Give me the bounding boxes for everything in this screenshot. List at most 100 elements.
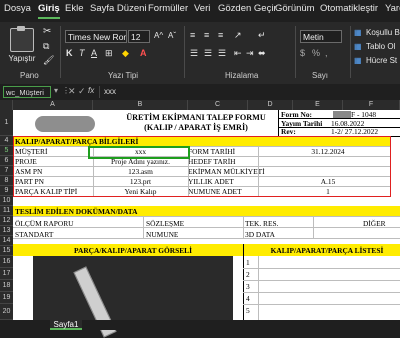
row-header[interactable]: 11 (0, 206, 13, 216)
separator (184, 26, 185, 78)
list-number: 2 (246, 270, 250, 279)
underline-icon[interactable]: A (91, 47, 97, 59)
cell-styles-button[interactable]: Hücre St (366, 55, 397, 67)
align-top-icon[interactable]: ≡ (190, 29, 195, 41)
format-as-table-icon[interactable]: ▦ (354, 41, 362, 53)
format-painter-icon[interactable]: 🖌 (43, 54, 54, 66)
row-header[interactable]: 1 (0, 110, 13, 136)
fill-color-icon[interactable]: ◆ (122, 47, 129, 59)
row-header[interactable]: 19 (0, 292, 13, 304)
row-header[interactable]: 20 (0, 304, 13, 320)
group-label-alignment: Hizalama (225, 71, 259, 80)
group-label-clipboard: Pano (20, 71, 39, 80)
copy-icon[interactable]: ⧉ (43, 40, 49, 52)
form-title: ÜRETİM EKİPMANI TALEP FORMU (126, 113, 266, 122)
name-box[interactable]: wc_Müşteri (3, 86, 51, 98)
bold-icon[interactable]: K (66, 47, 73, 59)
column-header-b[interactable]: B (93, 100, 188, 110)
red-highlight-frame (13, 136, 391, 197)
row-header[interactable]: 14 (0, 236, 13, 246)
formula-bar: wc_Müşteri ▾ ⋮ ✕ ✓ fx xxx (0, 84, 400, 101)
menu-review[interactable]: Gözden Geçir (218, 3, 277, 14)
cut-icon[interactable]: ✂ (43, 26, 51, 38)
row-header[interactable]: 7 (0, 166, 13, 176)
format-as-table-button[interactable]: Tablo Ol (366, 41, 395, 53)
font-size-select[interactable]: 12 (128, 30, 150, 43)
paste-icon[interactable] (10, 26, 34, 52)
group-label-font: Yazı Tipi (108, 71, 139, 80)
active-cell-selection[interactable] (88, 146, 190, 159)
align-middle-icon[interactable]: ≡ (204, 29, 209, 41)
enter-icon[interactable]: ✓ (78, 86, 86, 97)
menu-page-layout[interactable]: Sayfa Düzeni (90, 3, 147, 14)
decrease-indent-icon[interactable]: ⇤ (234, 47, 242, 59)
row-header[interactable]: 9 (0, 186, 13, 196)
section-liste: KALIP/APARAT/PARÇA LİSTESİ (270, 246, 384, 255)
group-label-number: Sayı (312, 71, 329, 80)
currency-icon[interactable]: $ (300, 47, 305, 59)
sheet-tab-sayfa1[interactable]: Sayfa1 (50, 320, 82, 330)
number-format-select[interactable]: Metin (300, 30, 342, 43)
menu-home[interactable]: Giriş (38, 3, 60, 14)
merge-center-icon[interactable]: ⬌ (258, 47, 266, 59)
increase-indent-icon[interactable]: ⇥ (246, 47, 254, 59)
italic-icon[interactable]: T (79, 47, 85, 59)
wrap-text-icon[interactable]: ↵ (258, 29, 266, 41)
row-header[interactable]: 8 (0, 176, 13, 186)
percent-icon[interactable]: % (312, 47, 320, 59)
row-header[interactable]: 13 (0, 226, 13, 236)
list-number: 1 (246, 258, 250, 267)
menu-view[interactable]: Görünüm (275, 3, 315, 14)
conditional-format-button[interactable]: Koşullu B (366, 27, 400, 39)
cell-styles-icon[interactable]: ▦ (354, 55, 362, 67)
font-color-icon[interactable]: A (140, 47, 147, 59)
row-header[interactable]: 18 (0, 280, 13, 292)
column-header-e[interactable]: E (293, 100, 343, 110)
row-header[interactable]: 10 (0, 196, 13, 206)
menu-formulas[interactable]: Formüller (148, 3, 188, 14)
menu-file[interactable]: Dosya (4, 3, 31, 14)
row-header[interactable]: 16 (0, 256, 13, 268)
conditional-format-icon[interactable]: ▦ (354, 27, 362, 39)
row-header[interactable]: 4 (0, 136, 13, 146)
comma-style-icon[interactable]: , (325, 47, 328, 59)
align-left-icon[interactable]: ☰ (190, 47, 198, 59)
align-center-icon[interactable]: ☰ (204, 47, 212, 59)
separator (99, 86, 100, 98)
menu-automate[interactable]: Otomatikleştir (320, 3, 378, 14)
namebox-dropdown-icon[interactable]: ▾ (54, 86, 58, 95)
menu-insert[interactable]: Ekle (65, 3, 83, 14)
menu-data[interactable]: Veri (194, 3, 210, 14)
row-header-active[interactable]: 5 (0, 146, 13, 156)
row-header[interactable]: 17 (0, 268, 13, 280)
list-number: 4 (246, 294, 250, 303)
row-header[interactable]: 15 (0, 246, 13, 256)
align-right-icon[interactable]: ☰ (218, 47, 226, 59)
borders-icon[interactable]: ⊞ (105, 47, 113, 59)
row-header[interactable]: 12 (0, 216, 13, 226)
row-header[interactable]: 6 (0, 156, 13, 166)
cancel-icon[interactable]: ✕ (68, 86, 76, 97)
active-tab-underline (38, 17, 60, 19)
grow-font-icon[interactable]: A^ (154, 30, 163, 42)
list-number: 3 (246, 282, 250, 291)
column-header-f[interactable]: F (343, 100, 400, 110)
column-header-c[interactable]: C (188, 100, 248, 110)
separator (350, 26, 351, 78)
align-bottom-icon[interactable]: ≡ (218, 29, 223, 41)
column-header-d[interactable]: D (248, 100, 293, 110)
redacted-box (333, 111, 351, 118)
formula-input[interactable]: xxx (104, 87, 116, 96)
part-image (33, 256, 233, 338)
column-header-a[interactable]: A (13, 100, 93, 110)
orientation-icon[interactable]: ↗ (234, 29, 242, 41)
fx-icon[interactable]: fx (88, 86, 94, 95)
menu-help[interactable]: Yard (385, 3, 400, 14)
form-subtitle: (KALIP / APARAT İŞ EMRİ) (144, 123, 248, 132)
rev-value: 1-2/ 27.12.2022 (331, 127, 379, 136)
font-name-select[interactable]: Times New Roman (65, 30, 127, 43)
shrink-font-icon[interactable]: Aˇ (168, 30, 176, 42)
paste-button[interactable]: Yapıştır (6, 53, 38, 65)
select-all-corner[interactable] (0, 100, 13, 110)
worksheet-grid[interactable]: ÜRETİM EKİPMANI TALEP FORMU (KALIP / APA… (13, 110, 400, 338)
